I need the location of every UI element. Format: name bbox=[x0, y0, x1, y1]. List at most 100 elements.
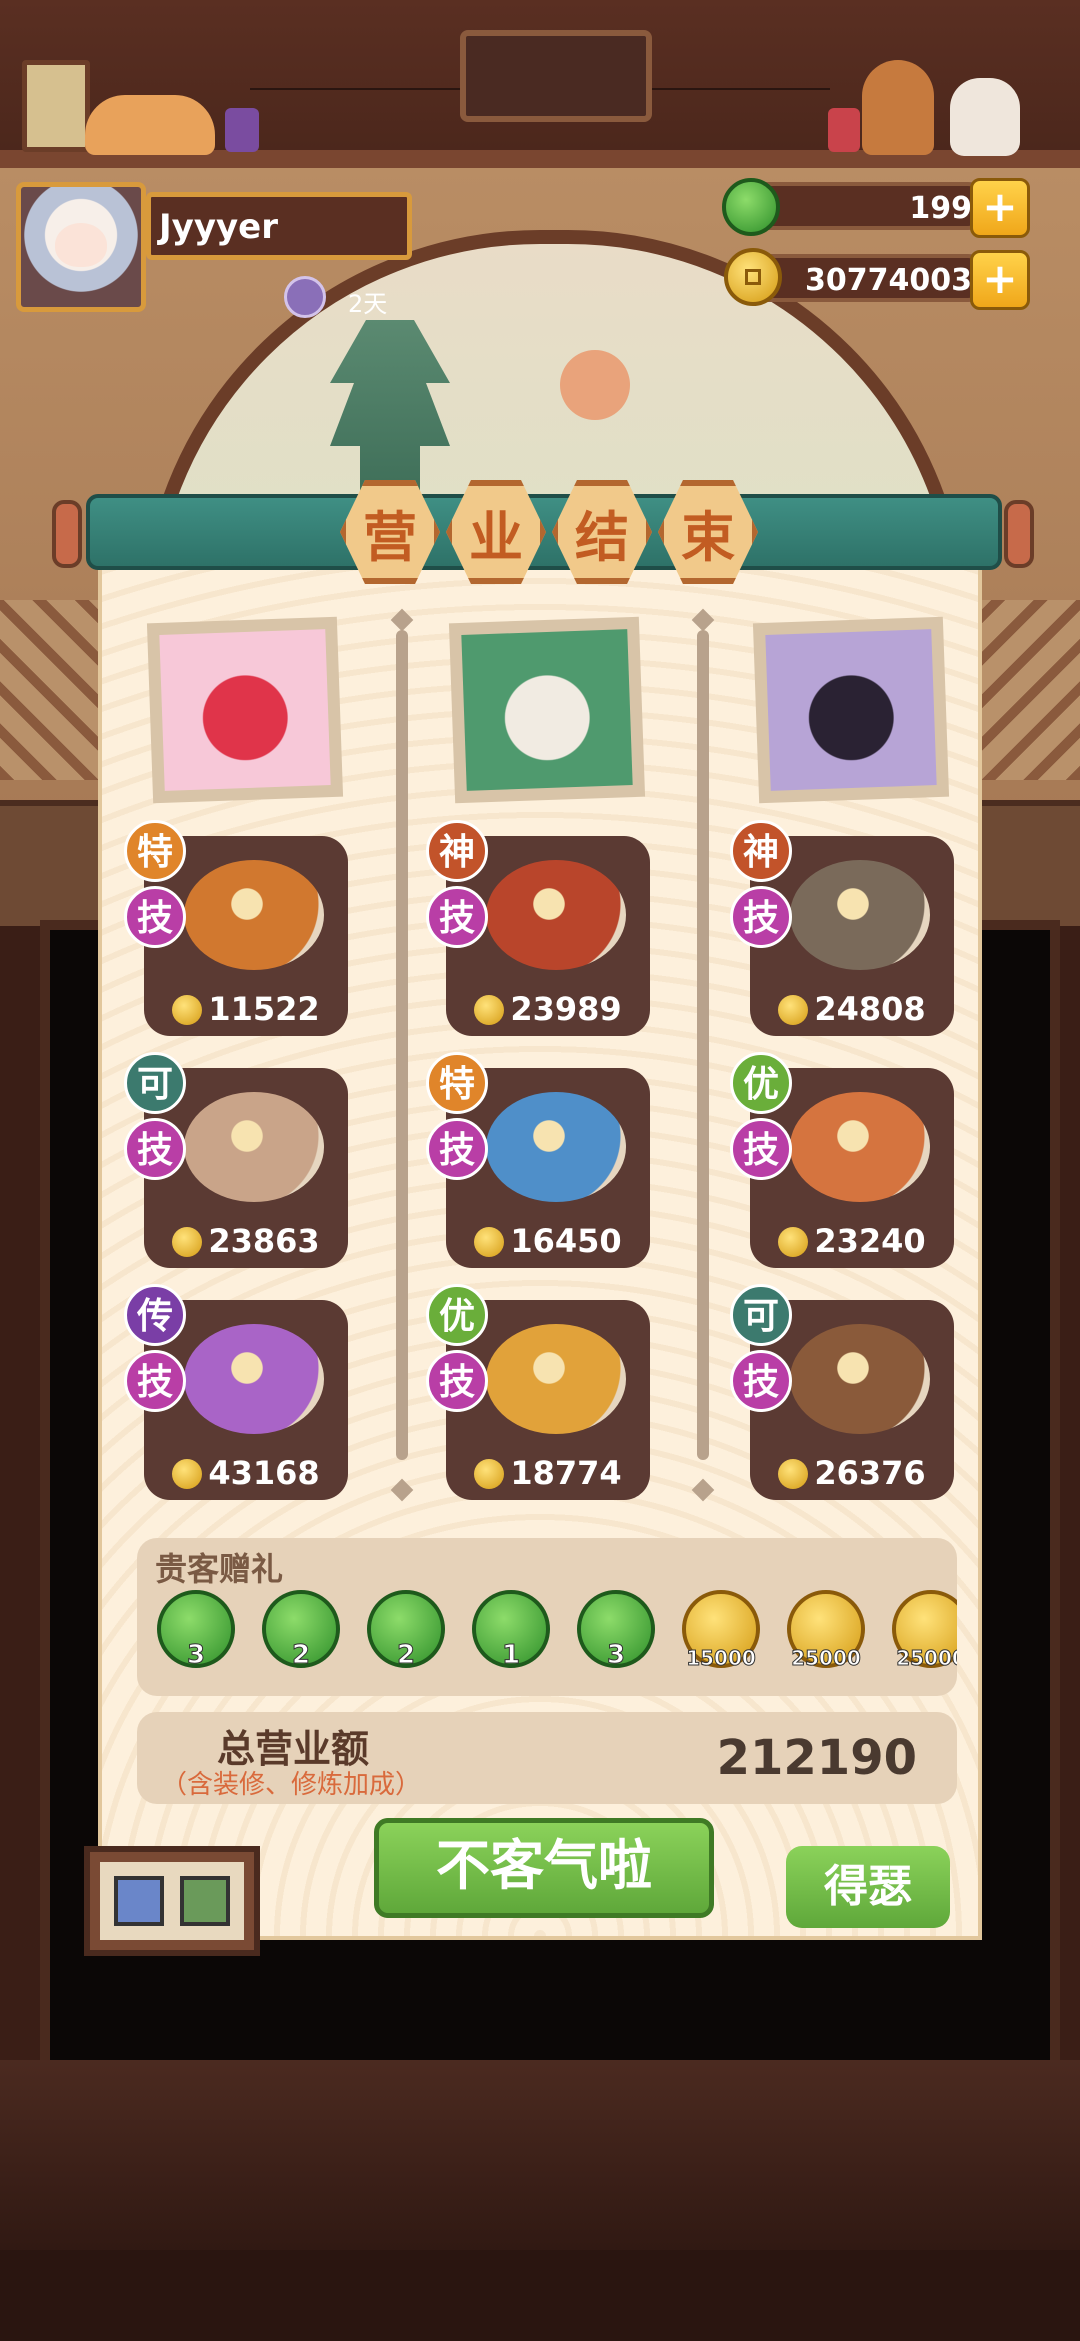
dish-price: 23240 bbox=[750, 1222, 954, 1260]
dish-rank-badge: 传 bbox=[124, 1284, 186, 1346]
customer-portrait bbox=[146, 616, 344, 804]
coin-icon bbox=[474, 1459, 505, 1489]
column-divider bbox=[396, 630, 408, 1460]
dish-price-value: 24808 bbox=[814, 990, 926, 1028]
panel-title: 营 业 结 束 bbox=[340, 480, 760, 590]
floor-bottom bbox=[0, 2250, 1080, 2341]
dish-price-value: 18774 bbox=[510, 1454, 622, 1492]
skill-badge: 技 bbox=[124, 1118, 186, 1180]
dish-rank-badge: 特 bbox=[124, 820, 186, 882]
skill-badge: 技 bbox=[124, 886, 186, 948]
dish-rank-badge: 可 bbox=[124, 1052, 186, 1114]
banner-cap-left bbox=[52, 500, 82, 568]
dish-price: 11522 bbox=[144, 990, 348, 1028]
green-icon[interactable] bbox=[180, 1876, 230, 1926]
dish-image bbox=[486, 1092, 626, 1202]
coin-icon bbox=[474, 1227, 505, 1257]
total-revenue-value: 212190 bbox=[716, 1730, 917, 1786]
gift-amount: 3 bbox=[186, 1640, 206, 1671]
view-toggle[interactable] bbox=[84, 1846, 260, 1956]
jade-gift-icon: 3 bbox=[157, 1590, 235, 1671]
jade-gift-icon: 2 bbox=[262, 1590, 340, 1671]
gift-amount: 2 bbox=[291, 1640, 311, 1671]
title-char: 营 bbox=[340, 480, 440, 584]
dish-rank-badge: 神 bbox=[426, 820, 488, 882]
dish-price-value: 16450 bbox=[510, 1222, 622, 1260]
gift-amount: 2 bbox=[396, 1640, 416, 1671]
red-jar-decoration bbox=[828, 108, 860, 152]
dish-image bbox=[790, 1092, 930, 1202]
skill-badge: 技 bbox=[124, 1350, 186, 1412]
gift-amount: 3 bbox=[606, 1640, 626, 1671]
player-name-box: Jyyyer bbox=[146, 192, 412, 260]
coin-icon bbox=[778, 1459, 809, 1489]
dish-rank-badge: 优 bbox=[730, 1052, 792, 1114]
jade-gift-icon: 1 bbox=[472, 1590, 550, 1671]
coin-icon bbox=[778, 1227, 809, 1257]
dish-price-value: 23989 bbox=[510, 990, 622, 1028]
skill-badge: 技 bbox=[730, 1350, 792, 1412]
dish-price: 24808 bbox=[750, 990, 954, 1028]
gift-amount: 25000 bbox=[896, 1646, 957, 1671]
days-icon bbox=[284, 276, 326, 318]
show-off-button[interactable]: 得瑟 bbox=[786, 1846, 950, 1928]
dish-price-value: 43168 bbox=[208, 1454, 320, 1492]
add-jade-button[interactable]: + bbox=[970, 178, 1030, 238]
dish-image bbox=[486, 860, 626, 970]
confirm-button[interactable]: 不客气啦 bbox=[374, 1818, 714, 1918]
coin-icon bbox=[474, 995, 505, 1025]
title-char: 束 bbox=[658, 480, 758, 584]
dish-image bbox=[184, 860, 324, 970]
dish-rank-badge: 可 bbox=[730, 1284, 792, 1346]
skill-badge: 技 bbox=[426, 1118, 488, 1180]
banner-cap-right bbox=[1004, 500, 1034, 568]
customer-portrait bbox=[448, 616, 646, 804]
floor bbox=[0, 2060, 1080, 2260]
jade-gift-icon: 2 bbox=[367, 1590, 445, 1671]
coin-gift-icon: 15000 bbox=[682, 1590, 760, 1671]
white-hair-girl-portrait bbox=[461, 629, 633, 791]
skill-badge: 技 bbox=[426, 1350, 488, 1412]
coin-icon bbox=[778, 995, 809, 1025]
total-revenue-note: （含装修、修炼加成） bbox=[161, 1770, 422, 1800]
guest-gifts-title: 贵客赠礼 bbox=[155, 1550, 284, 1588]
dish-price-value: 11522 bbox=[208, 990, 320, 1028]
skill-badge: 技 bbox=[730, 886, 792, 948]
gift-amount: 15000 bbox=[686, 1646, 757, 1671]
coin-icon bbox=[172, 1227, 203, 1257]
hanging-scroll-decoration bbox=[460, 30, 652, 122]
orange-cat-decoration bbox=[85, 95, 215, 155]
player-avatar[interactable] bbox=[16, 182, 146, 312]
coin-icon bbox=[172, 995, 203, 1025]
jade-gift-icon: 3 bbox=[577, 1590, 655, 1671]
skill-badge: 技 bbox=[730, 1118, 792, 1180]
coin-icon bbox=[172, 1459, 203, 1489]
dish-price: 23863 bbox=[144, 1222, 348, 1260]
dish-price-value: 23863 bbox=[208, 1222, 320, 1260]
dish-image bbox=[790, 1324, 930, 1434]
column-divider bbox=[697, 630, 709, 1460]
skill-badge: 技 bbox=[426, 886, 488, 948]
blue-icon[interactable] bbox=[114, 1876, 164, 1926]
dish-rank-badge: 神 bbox=[730, 820, 792, 882]
dish-rank-badge: 优 bbox=[426, 1284, 488, 1346]
doll-decoration bbox=[862, 60, 934, 155]
title-char: 结 bbox=[552, 480, 652, 584]
coin-count: 30774003 bbox=[805, 263, 972, 298]
gift-amount: 1 bbox=[501, 1640, 521, 1671]
title-char: 业 bbox=[446, 480, 546, 584]
coin-icon bbox=[724, 248, 782, 306]
paw-frame-decoration bbox=[22, 60, 90, 152]
dish-image bbox=[790, 860, 930, 970]
add-coins-button[interactable]: + bbox=[970, 250, 1030, 310]
dish-image bbox=[184, 1324, 324, 1434]
total-revenue-box: 总营业额 （含装修、修炼加成） 212190 bbox=[137, 1712, 957, 1804]
dish-rank-badge: 特 bbox=[426, 1052, 488, 1114]
player-name: Jyyyer bbox=[159, 207, 278, 247]
sun-decoration bbox=[560, 350, 630, 420]
dish-price: 18774 bbox=[446, 1454, 650, 1492]
dish-price-value: 23240 bbox=[814, 1222, 926, 1260]
dish-price: 23989 bbox=[446, 990, 650, 1028]
customer-portrait bbox=[752, 616, 950, 804]
days-count: 2天 bbox=[348, 290, 388, 318]
